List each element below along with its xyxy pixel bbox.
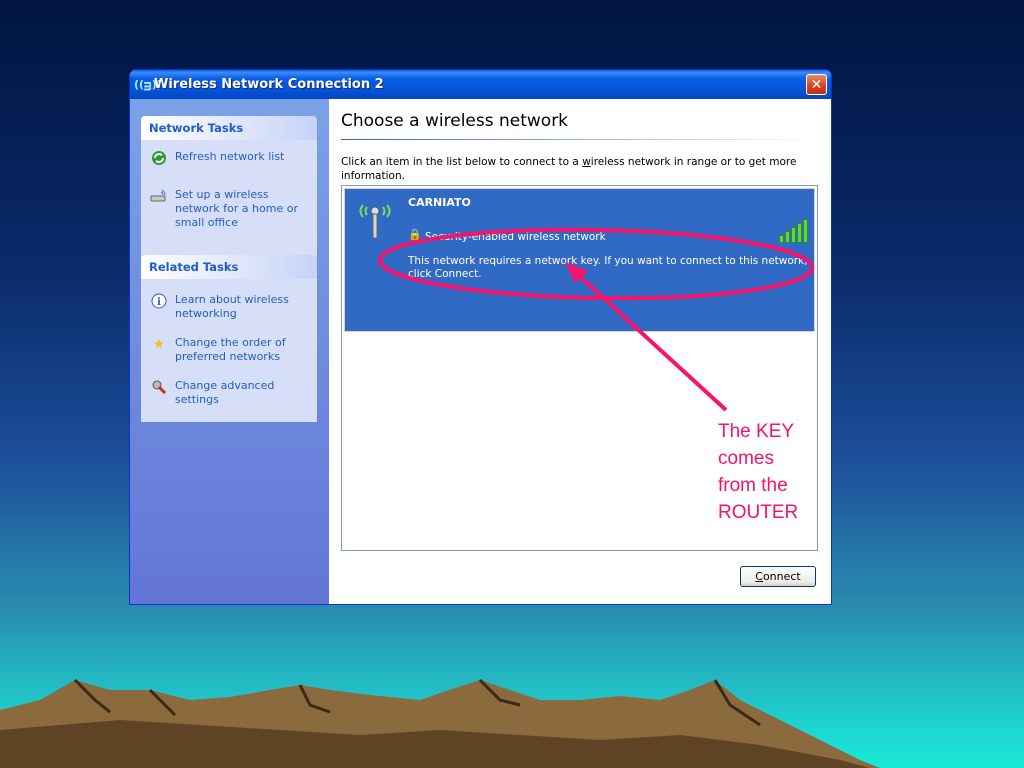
task-setup-wireless[interactable]: Set up a wireless network for a home or … [141,184,317,234]
network-tasks-box: Network Tasks Refresh network list Set u… [141,116,317,258]
lock-icon: 🔒 [408,228,422,241]
main-pane: Choose a wireless network Click an item … [329,99,831,604]
network-ssid: CARNIATO [408,196,471,209]
task-learn-wireless[interactable]: i Learn about wireless networking [141,289,317,325]
close-icon: ✕ [810,76,823,93]
wireless-antenna-icon [359,204,391,239]
task-advanced-settings[interactable]: Change advanced settings [141,375,317,411]
wireless-icon: ((ᴟ)) [134,78,162,91]
instructions-text: Click an item in the list below to conne… [341,156,797,182]
task-label[interactable]: Refresh network list [175,150,284,164]
signal-strength-icon [779,219,808,243]
task-label[interactable]: Change the order of preferred networks [175,336,311,364]
connect-button[interactable]: Connect [740,566,816,587]
task-label[interactable]: Set up a wireless network for a home or … [175,188,311,230]
heading-divider [341,139,819,140]
task-pane: Network Tasks Refresh network list Set u… [130,99,329,604]
task-refresh-network-list[interactable]: Refresh network list [141,146,317,170]
related-tasks-box: Related Tasks i Learn about wireless net… [141,255,317,422]
info-icon: i [150,293,168,309]
annotation-callout: The KEY comes from the ROUTER [718,421,799,523]
task-label[interactable]: Change advanced settings [175,379,311,407]
refresh-icon [150,150,168,166]
window-title: Wireless Network Connection 2 [154,77,384,92]
star-icon: ★ [153,336,165,352]
title-bar[interactable]: ((ᴟ)) Wireless Network Connection 2 ✕ [130,70,831,99]
settings-icon [150,379,168,395]
setup-wireless-icon [150,188,168,204]
network-item-carniato[interactable]: CARNIATO 🔒 Security-enabled wireless net… [344,188,815,332]
task-label[interactable]: Learn about wireless networking [175,293,311,321]
related-tasks-header[interactable]: Related Tasks [141,255,317,279]
network-tasks-header[interactable]: Network Tasks [141,116,317,140]
svg-text:i: i [157,297,161,308]
page-title: Choose a wireless network [341,111,569,131]
task-change-order[interactable]: ★ Change the order of preferred networks [141,332,317,368]
close-button[interactable]: ✕ [806,74,827,95]
network-security-status: Security-enabled wireless network [425,231,606,243]
network-message: This network requires a network key. If … [408,255,808,280]
